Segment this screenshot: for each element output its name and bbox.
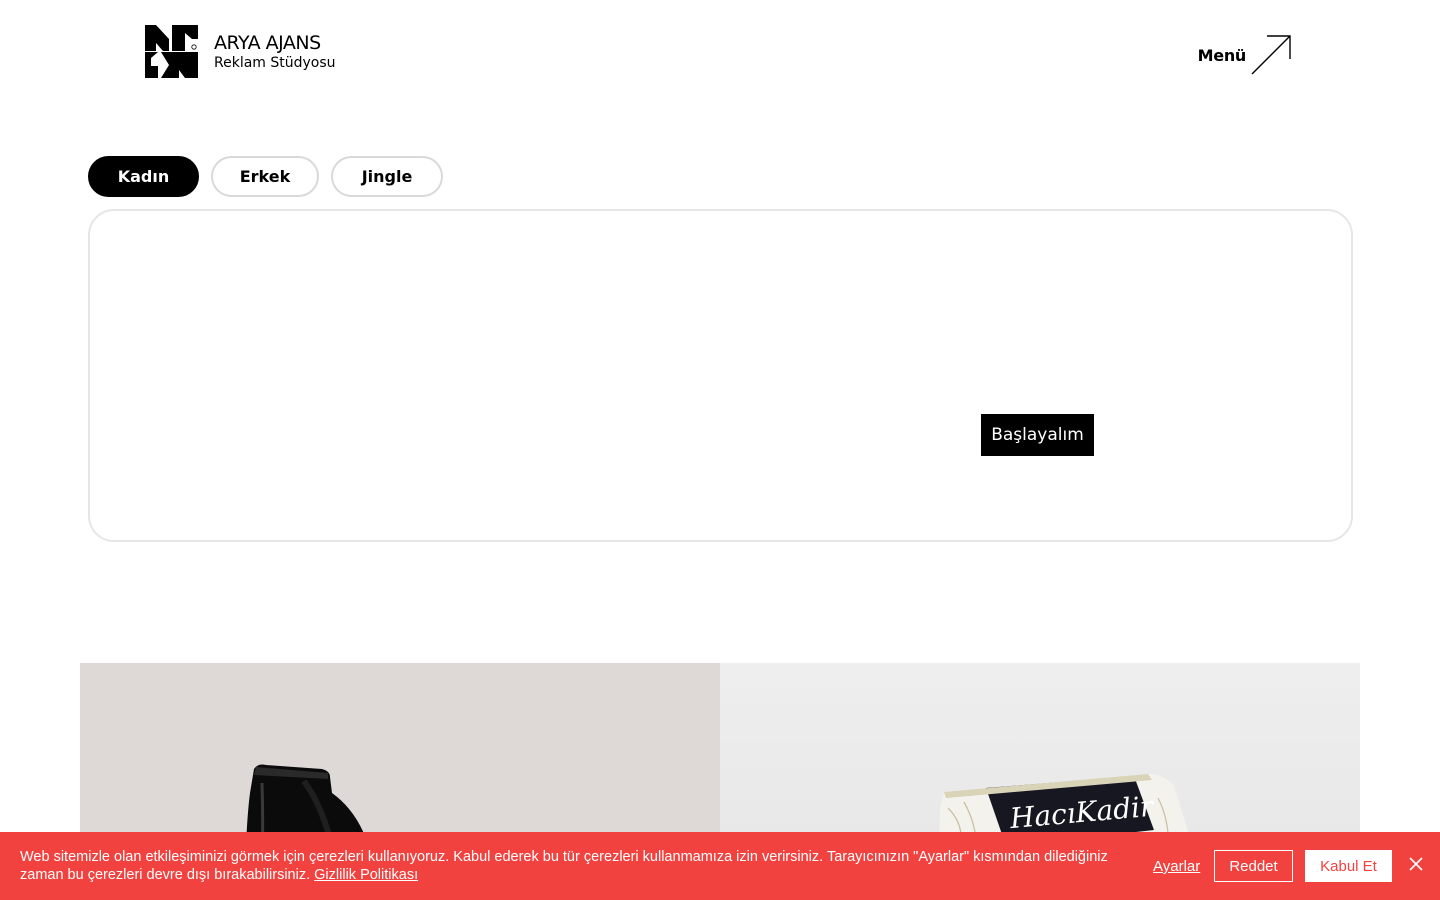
cookie-banner: Web sitemizle olan etkileşiminizi görmek… [0, 832, 1440, 900]
cookie-accept-button[interactable]: Kabul Et [1305, 850, 1392, 882]
menu-label: Menü [1197, 45, 1247, 65]
privacy-policy-link[interactable]: Gizlilik Politikası [314, 867, 418, 883]
brand-text: ARYA AJANS Reklam Stüdyosu [214, 32, 336, 72]
arrow-up-right-icon [1251, 35, 1291, 75]
cookie-settings-link[interactable]: Ayarlar [1153, 858, 1200, 875]
start-button[interactable]: Başlayalım [981, 414, 1094, 456]
tab-kadin[interactable]: Kadın [88, 156, 199, 197]
arya-logo-mark-icon [145, 25, 198, 78]
tab-erkek[interactable]: Erkek [211, 156, 319, 197]
close-icon[interactable] [1406, 854, 1426, 874]
tab-jingle[interactable]: Jingle [331, 156, 443, 197]
menu-button[interactable]: Menü [1198, 34, 1292, 76]
player-card [88, 209, 1353, 542]
cookie-text-block: Web sitemizle olan etkileşiminizi görmek… [20, 848, 1130, 884]
brand-subtitle: Reklam Stüdyosu [214, 54, 336, 71]
brand-logo[interactable]: ARYA AJANS Reklam Stüdyosu [145, 25, 336, 78]
category-tabs: Kadın Erkek Jingle [88, 156, 443, 197]
cookie-reject-button[interactable]: Reddet [1214, 850, 1293, 882]
brand-name: ARYA AJANS [214, 31, 321, 54]
cookie-message: Web sitemizle olan etkileşiminizi görmek… [20, 849, 1108, 883]
